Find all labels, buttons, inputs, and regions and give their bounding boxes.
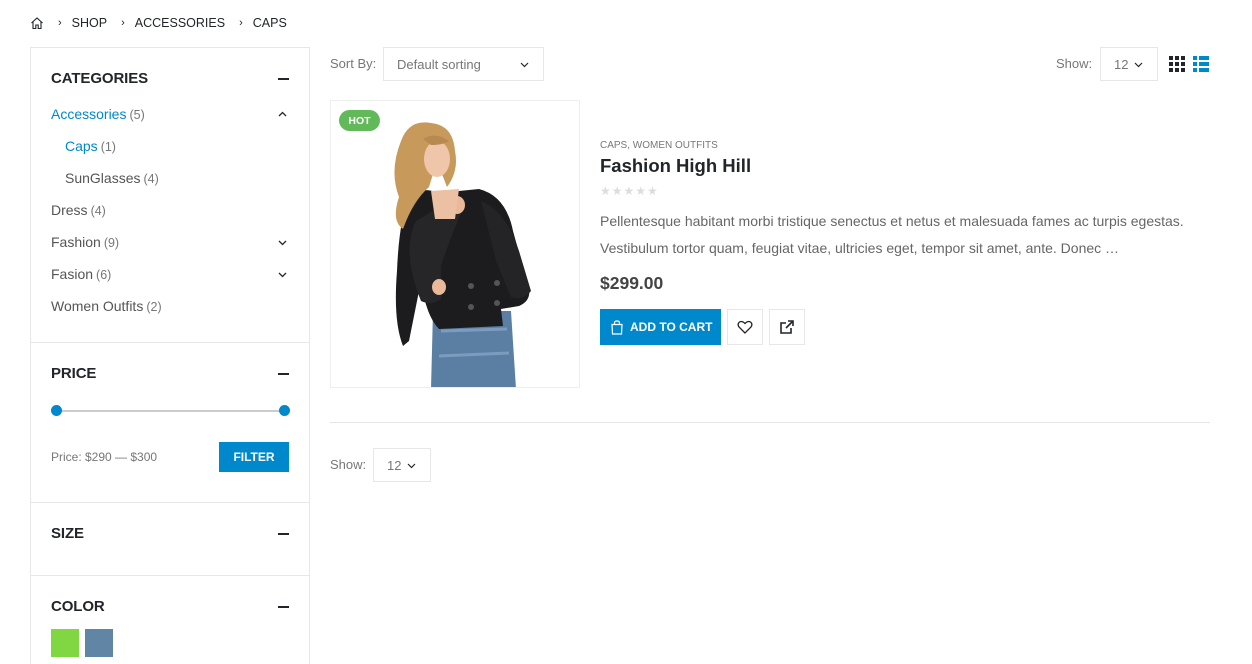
breadcrumb-shop[interactable]: SHOP xyxy=(72,16,107,30)
add-to-cart-button[interactable]: ADD TO CART xyxy=(600,309,721,345)
wishlist-button[interactable] xyxy=(727,309,763,345)
product-description: Pellentesque habitant morbi tristique se… xyxy=(600,213,1184,256)
categories-title[interactable]: CATEGORIES xyxy=(51,70,148,87)
breadcrumb: › SHOP › ACCESSORIES › CAPS xyxy=(30,14,287,32)
color-swatch-green[interactable] xyxy=(51,629,79,657)
chevron-up-icon[interactable] xyxy=(278,110,287,119)
size-widget: SIZE xyxy=(31,503,309,576)
show-count-value: 12 xyxy=(387,457,402,473)
category-name: SunGlasses xyxy=(65,170,141,186)
show-label-bottom: Show: xyxy=(330,457,367,472)
chevron-down-icon xyxy=(520,62,529,68)
list-view-icon[interactable] xyxy=(1193,56,1209,72)
product-photo xyxy=(394,122,531,387)
quick-view-button[interactable] xyxy=(769,309,805,345)
color-widget: COLOR xyxy=(31,576,309,664)
divider xyxy=(330,422,1210,423)
chevron-down-icon xyxy=(407,463,416,469)
collapse-minus-icon[interactable] xyxy=(278,373,289,375)
category-name: Caps xyxy=(65,138,98,154)
price-title[interactable]: PRICE xyxy=(51,365,96,382)
category-name: Dress xyxy=(51,202,88,218)
price-slider-track[interactable] xyxy=(56,410,284,412)
color-swatch-blue[interactable] xyxy=(85,629,113,657)
category-name: Accessories xyxy=(51,106,127,122)
product-title[interactable]: Fashion High Hill xyxy=(600,155,751,177)
category-fashion[interactable]: Fashion (9) xyxy=(51,234,119,250)
show-count-select[interactable]: 12 xyxy=(1100,47,1158,81)
category-count: (9) xyxy=(103,236,120,250)
sort-by-label: Sort By: xyxy=(330,56,377,71)
category-caps[interactable]: Caps (1) xyxy=(65,138,116,154)
category-name: Women Outfits xyxy=(51,298,144,314)
color-title[interactable]: COLOR xyxy=(51,598,105,615)
external-link-icon xyxy=(780,320,794,334)
breadcrumb-caps: CAPS xyxy=(252,16,287,30)
rating-stars-icon: ★★★★★ xyxy=(600,184,659,198)
filter-button[interactable]: FILTER xyxy=(219,442,289,472)
product-categories[interactable]: CAPS, WOMEN OUTFITS xyxy=(600,140,718,151)
sidebar: CATEGORIES Accessories (5) Caps (1) SunGla… xyxy=(30,47,310,664)
category-dress[interactable]: Dress (4) xyxy=(51,202,106,218)
product-image[interactable] xyxy=(330,100,580,388)
chevron-right-icon: › xyxy=(239,17,243,29)
show-count-select-bottom[interactable]: 12 xyxy=(373,448,431,482)
category-women-outfits[interactable]: Women Outfits (2) xyxy=(51,298,162,314)
category-count: (4) xyxy=(90,204,106,218)
category-count: (1) xyxy=(100,140,116,154)
chevron-down-icon[interactable] xyxy=(278,270,287,279)
chevron-down-icon xyxy=(1134,62,1143,68)
category-count: (2) xyxy=(146,300,162,314)
category-name: Fasion xyxy=(51,266,94,282)
chevron-right-icon: › xyxy=(58,17,62,29)
home-icon[interactable] xyxy=(30,16,44,30)
chevron-right-icon: › xyxy=(121,17,125,29)
category-count: (4) xyxy=(143,172,159,186)
size-title[interactable]: SIZE xyxy=(51,525,84,542)
category-fasion[interactable]: Fasion (6) xyxy=(51,266,111,282)
shopping-bag-icon xyxy=(611,319,623,335)
grid-view-icon[interactable] xyxy=(1169,56,1185,72)
collapse-minus-icon[interactable] xyxy=(278,533,289,535)
product-price: $299.00 xyxy=(600,273,664,293)
categories-widget: CATEGORIES Accessories (5) Caps (1) SunGla… xyxy=(31,48,309,343)
price-widget: PRICE Price: $290 — $300 FILTER xyxy=(31,343,309,503)
sort-select-value: Default sorting xyxy=(397,56,481,72)
add-to-cart-label: ADD TO CART xyxy=(630,320,713,334)
hot-badge: HOT xyxy=(339,110,380,131)
collapse-minus-icon[interactable] xyxy=(278,606,289,608)
category-count: (5) xyxy=(129,108,145,122)
show-count-value: 12 xyxy=(1114,56,1129,72)
heart-icon xyxy=(737,320,753,334)
category-name: Fashion xyxy=(51,234,101,250)
category-sunglasses[interactable]: SunGlasses (4) xyxy=(65,170,159,186)
category-accessories[interactable]: Accessories (5) xyxy=(51,106,145,122)
category-count: (6) xyxy=(96,268,112,282)
price-range-label: Price: $290 — $300 xyxy=(51,450,158,464)
show-label: Show: xyxy=(1056,56,1093,71)
sort-select[interactable]: Default sorting xyxy=(383,47,544,81)
breadcrumb-accessories[interactable]: ACCESSORIES xyxy=(135,16,225,30)
price-slider-min-handle[interactable] xyxy=(51,405,62,416)
chevron-down-icon[interactable] xyxy=(278,238,287,247)
price-slider-max-handle[interactable] xyxy=(279,405,290,416)
collapse-minus-icon[interactable] xyxy=(278,78,289,80)
